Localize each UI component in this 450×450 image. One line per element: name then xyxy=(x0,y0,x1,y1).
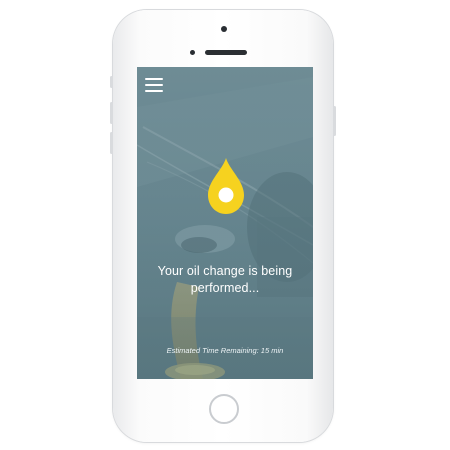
front-camera-icon xyxy=(221,26,227,32)
silent-switch xyxy=(110,76,113,88)
screen-overlay xyxy=(137,67,313,379)
oil-change-status-message: Your oil change is being performed... xyxy=(157,264,293,295)
hamburger-menu-icon[interactable] xyxy=(145,78,163,92)
estimated-time-remaining: Estimated Time Remaining: 15 min xyxy=(166,346,284,355)
volume-up-button xyxy=(110,102,113,124)
phone-device: Your oil change is being performed... Es… xyxy=(110,10,336,442)
sensor-icon xyxy=(190,50,195,55)
app-screen: Your oil change is being performed... Es… xyxy=(137,67,313,379)
home-button[interactable] xyxy=(209,394,239,424)
oil-drop-icon xyxy=(208,158,244,214)
stage: Your oil change is being performed... Es… xyxy=(0,0,450,450)
volume-down-button xyxy=(110,132,113,154)
earpiece-speaker xyxy=(205,50,247,55)
power-button xyxy=(333,106,336,136)
